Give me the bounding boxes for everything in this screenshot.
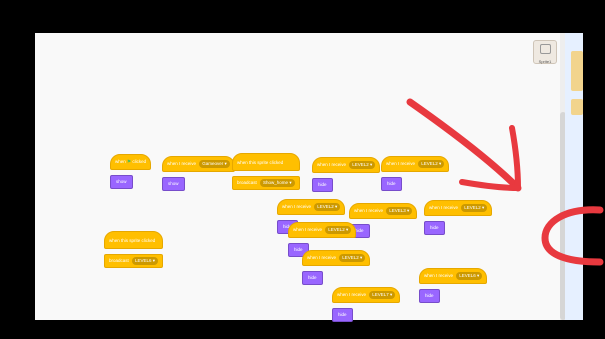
block-text: when I receive bbox=[317, 162, 347, 167]
hide-block[interactable]: hide bbox=[312, 178, 333, 192]
show-block[interactable]: show bbox=[110, 175, 133, 189]
green-flag-icon: ⚑ bbox=[127, 159, 132, 164]
message-dropdown[interactable]: LEVEL2 bbox=[339, 254, 366, 262]
when-i-receive-block[interactable]: when I receive LEVEL2 bbox=[381, 156, 450, 172]
message-dropdown[interactable]: LEVEL7 bbox=[369, 291, 396, 299]
sprite-button-label: Sprite1 bbox=[538, 59, 552, 64]
block-text: when I receive bbox=[424, 273, 454, 278]
script-green-flag[interactable]: when ⚑ clicked show bbox=[110, 154, 152, 189]
when-i-receive-block[interactable]: when I receive LEVEL6 bbox=[419, 268, 488, 284]
script-receive-level2[interactable]: when I receive LEVEL2 hide bbox=[381, 156, 450, 191]
script-receive-level7[interactable]: when I receive LEVEL7 hide bbox=[332, 287, 401, 322]
hide-block[interactable]: hide bbox=[332, 308, 353, 322]
when-i-receive-block[interactable]: when I receive Gameover bbox=[162, 156, 235, 172]
message-dropdown[interactable]: LEVEL3 bbox=[386, 207, 413, 215]
stage-thumbnail bbox=[571, 51, 583, 91]
block-text: when I receive bbox=[386, 161, 416, 166]
script-receive-gameover[interactable]: when I receive Gameover show bbox=[162, 156, 235, 191]
hide-block[interactable]: hide bbox=[302, 271, 323, 285]
show-block[interactable]: show bbox=[162, 177, 185, 191]
when-flag-clicked-block[interactable]: when ⚑ clicked bbox=[110, 154, 152, 170]
message-dropdown[interactable]: LEVEL2 bbox=[325, 226, 352, 234]
message-dropdown[interactable]: Show_home bbox=[260, 179, 295, 187]
when-i-receive-block[interactable]: when I receive LEVEL3 bbox=[349, 203, 418, 219]
when-i-receive-block[interactable]: when I receive LEVEL7 bbox=[332, 287, 401, 303]
broadcast-block[interactable]: broadcast LEVEL6 bbox=[104, 254, 164, 268]
block-text: when I receive bbox=[167, 161, 197, 166]
when-i-receive-block[interactable]: when I receive LEVEL2 bbox=[312, 157, 381, 173]
script-receive-level2[interactable]: when I receive LEVEL2 hide bbox=[424, 200, 493, 235]
sprite-button[interactable]: Sprite1 bbox=[533, 40, 557, 64]
block-text: broadcast bbox=[237, 180, 257, 185]
script-receive-level2[interactable]: when I receive LEVEL2 hide bbox=[312, 157, 381, 192]
hide-block[interactable]: hide bbox=[419, 289, 440, 303]
message-dropdown[interactable]: Gameover bbox=[199, 160, 230, 168]
hide-block[interactable]: hide bbox=[381, 177, 402, 191]
message-dropdown[interactable]: LEVEL2 bbox=[349, 161, 376, 169]
when-i-receive-block[interactable]: when I receive LEVEL2 bbox=[288, 222, 357, 238]
message-dropdown[interactable]: LEVEL2 bbox=[461, 204, 488, 212]
when-i-receive-block[interactable]: when I receive LEVEL2 bbox=[424, 200, 493, 216]
when-sprite-clicked-block[interactable]: when this sprite clicked bbox=[104, 231, 164, 249]
script-receive-level3[interactable]: when I receive LEVEL3 hide bbox=[349, 203, 418, 238]
stage-thumbnail bbox=[571, 99, 583, 115]
message-dropdown[interactable]: LEVEL2 bbox=[418, 160, 445, 168]
hide-block[interactable]: hide bbox=[424, 221, 445, 235]
block-text: broadcast bbox=[109, 258, 129, 263]
block-text: when this sprite clicked bbox=[109, 238, 156, 243]
block-text: when I receive bbox=[354, 208, 384, 213]
block-text: when I receive bbox=[282, 204, 312, 209]
when-sprite-clicked-block[interactable]: when this sprite clicked bbox=[232, 153, 300, 171]
when-i-receive-block[interactable]: when I receive LEVEL2 bbox=[302, 250, 371, 266]
when-i-receive-block[interactable]: when I receive LEVEL2 bbox=[277, 199, 346, 215]
block-text: when this sprite clicked bbox=[237, 160, 284, 165]
message-dropdown[interactable]: LEVEL6 bbox=[132, 257, 159, 265]
message-dropdown[interactable]: LEVEL6 bbox=[456, 272, 483, 280]
script-sprite-clicked[interactable]: when this sprite clicked broadcast LEVEL… bbox=[104, 231, 164, 268]
stage-panel-edge bbox=[565, 33, 583, 320]
block-text: when I receive bbox=[307, 255, 337, 260]
sprite-icon bbox=[540, 44, 551, 54]
message-dropdown[interactable]: LEVEL2 bbox=[314, 203, 341, 211]
block-text: clicked bbox=[132, 159, 147, 164]
script-sprite-clicked[interactable]: when this sprite clicked broadcast Show_… bbox=[232, 153, 300, 190]
block-text: when I receive bbox=[337, 292, 367, 297]
script-receive-level2[interactable]: when I receive LEVEL2 hide bbox=[302, 250, 371, 285]
script-receive-level6[interactable]: when I receive LEVEL6 hide bbox=[419, 268, 488, 303]
screen-frame: Sprite1 when ⚑ clicked show when I recei… bbox=[0, 0, 605, 339]
block-text: when I receive bbox=[293, 227, 323, 232]
block-text: when I receive bbox=[429, 205, 459, 210]
broadcast-block[interactable]: broadcast Show_home bbox=[232, 176, 300, 190]
block-text: when bbox=[115, 159, 126, 164]
